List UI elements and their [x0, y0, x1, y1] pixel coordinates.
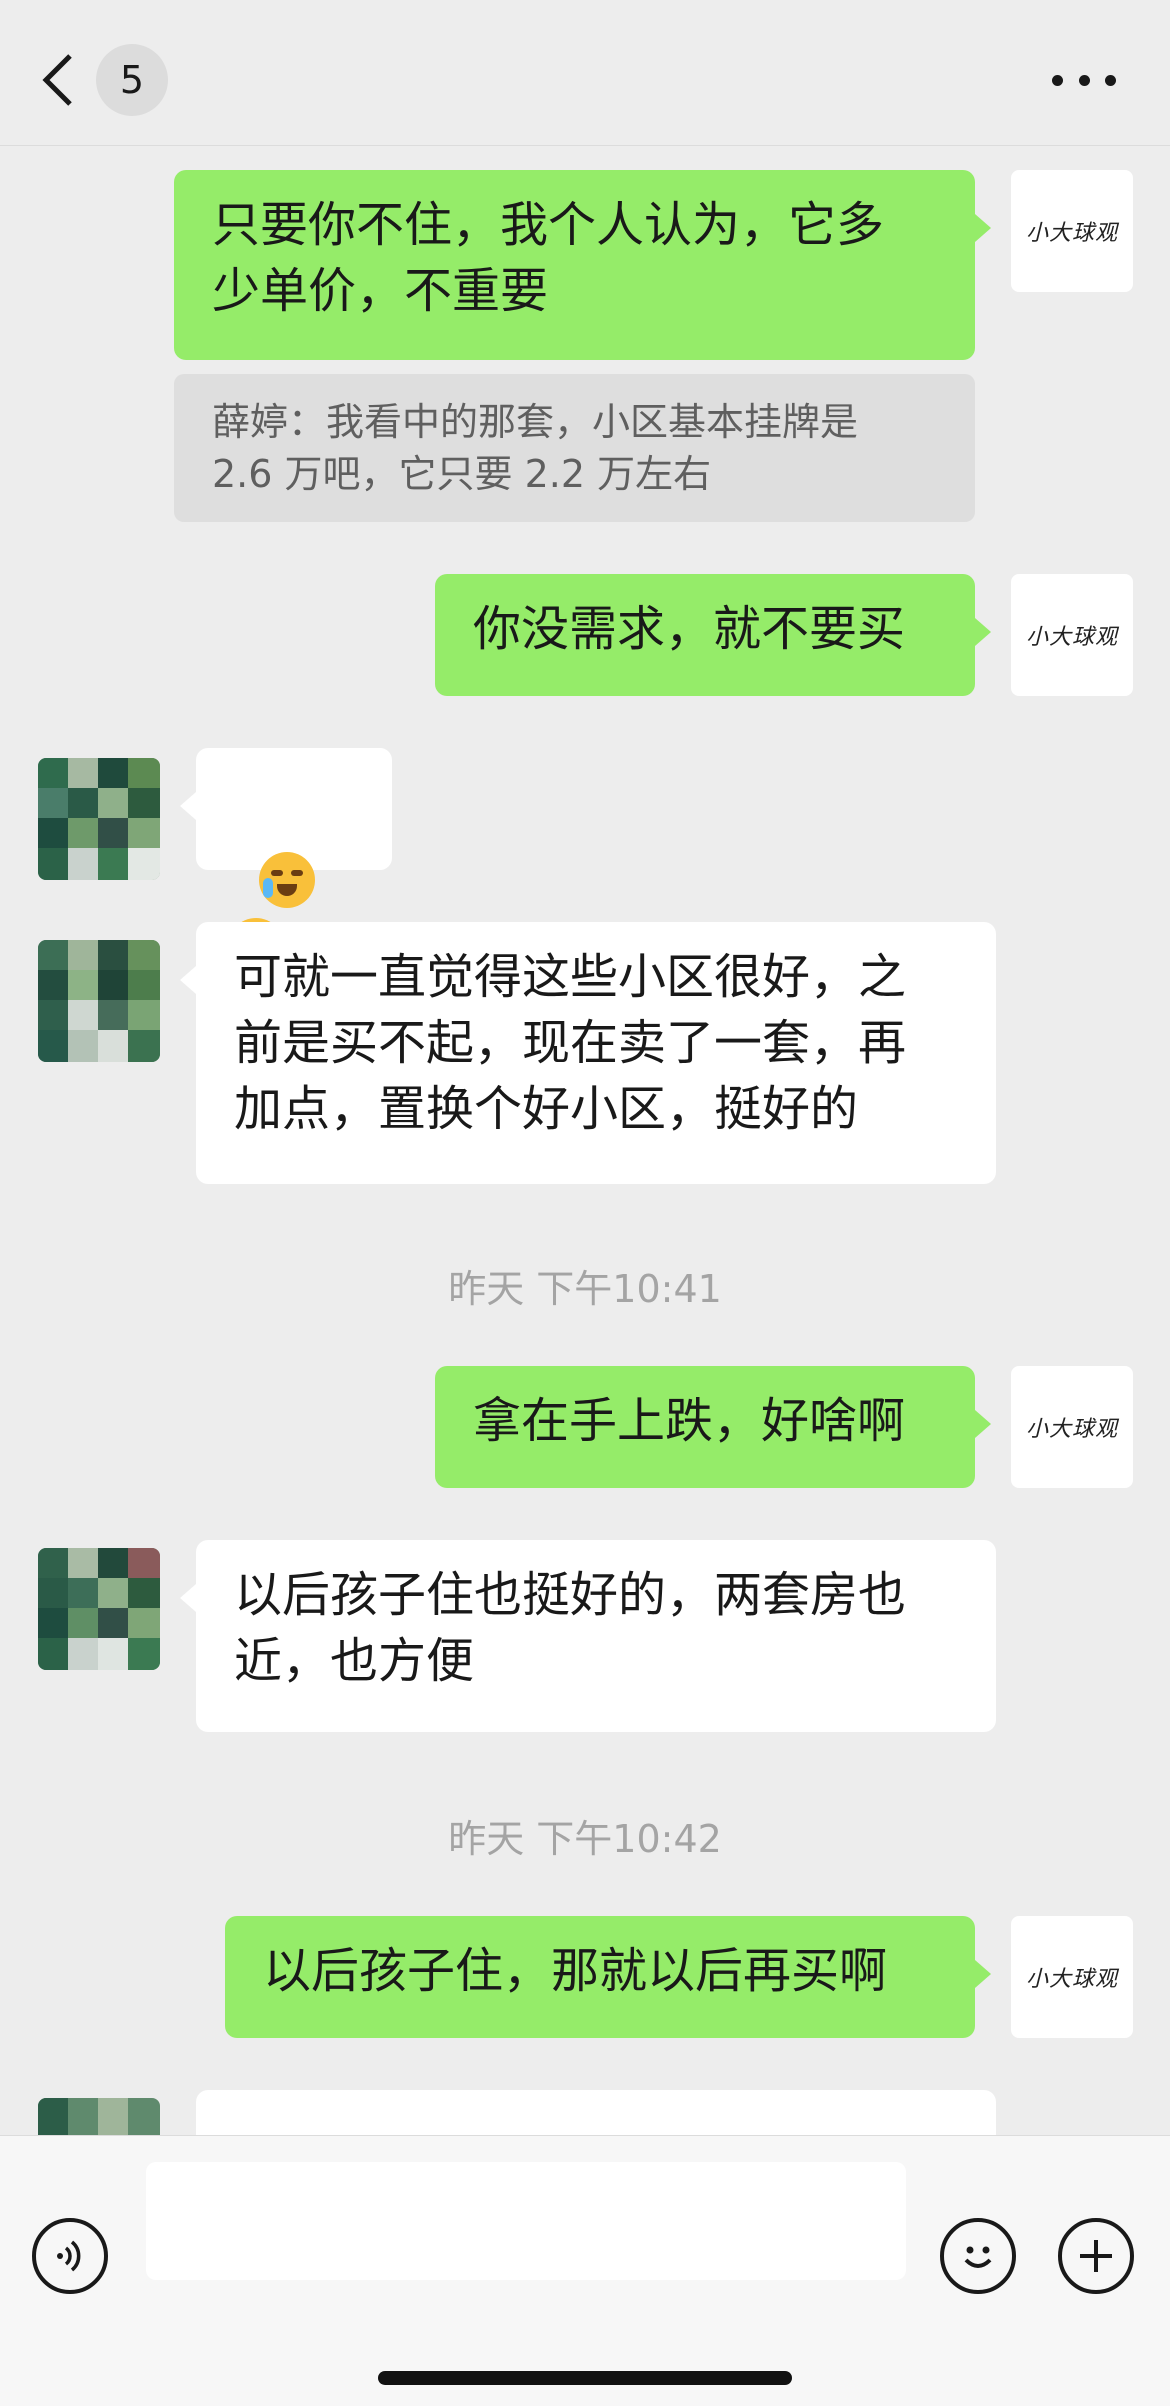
message-timestamp: 昨天 下午10:42: [448, 1817, 722, 1861]
message-bubble-sent[interactable]: 只要你不住，我个人认为，它多 少单价，不重要: [174, 170, 991, 360]
message-bubble-sent[interactable]: 拿在手上跌，好啥啊: [435, 1366, 991, 1488]
contact-avatar[interactable]: [38, 940, 160, 1062]
smiley-face-icon: [964, 2246, 992, 2268]
contact-avatar[interactable]: [38, 1548, 160, 1670]
plus-icon: [1080, 2240, 1112, 2272]
message-bubble-sent[interactable]: 你没需求，就不要买: [435, 574, 991, 696]
voice-input-button[interactable]: [32, 2218, 108, 2294]
chat-title: [540, 60, 640, 120]
chat-input-bar: [0, 2135, 1170, 2406]
quoted-message[interactable]: 薛婷：我看中的那套，小区基本挂牌是 2.6 万吧，它只要 2.2 万左右: [174, 374, 975, 522]
more-functions-button[interactable]: [1058, 2218, 1134, 2294]
face-palm-crying-emoji-icon: [258, 852, 315, 908]
more-options-button[interactable]: [1052, 62, 1116, 98]
voice-wave-icon: [57, 2240, 81, 2272]
contact-avatar[interactable]: [38, 758, 160, 880]
my-avatar[interactable]: 小大球观: [1011, 1366, 1133, 1488]
dot-icon: [1052, 74, 1063, 86]
pixelated-avatar-image: [38, 1548, 160, 1670]
chevron-left-icon: [42, 54, 72, 106]
pixelated-avatar-image: [38, 758, 160, 880]
message-bubble-received-partial[interactable]: [196, 2090, 996, 2135]
message-bubble-received[interactable]: 以后孩子住也挺好的，两套房也 近，也方便: [180, 1540, 996, 1732]
dot-icon: [1105, 74, 1116, 86]
message-bubble-received-emoji[interactable]: [180, 748, 392, 974]
message-bubble-sent[interactable]: 以后孩子住，那就以后再买啊: [225, 1916, 991, 2038]
my-avatar[interactable]: 小大球观: [1011, 170, 1133, 292]
pixelated-avatar-image: [38, 940, 160, 1062]
dot-icon: [1078, 74, 1090, 86]
my-avatar[interactable]: 小大球观: [1011, 1916, 1133, 2038]
emoji-button[interactable]: [940, 2218, 1016, 2294]
message-timestamp: 昨天 下午10:41: [448, 1267, 722, 1311]
contact-avatar[interactable]: [38, 2098, 160, 2135]
my-avatar[interactable]: 小大球观: [1011, 574, 1133, 696]
message-text-input[interactable]: [146, 2162, 906, 2280]
home-indicator[interactable]: [378, 2371, 792, 2385]
chat-header: 5: [0, 0, 1170, 146]
back-button[interactable]: 5: [36, 44, 176, 116]
unread-count-badge: 5: [96, 44, 168, 116]
pixelated-avatar-image: [38, 2098, 160, 2135]
message-bubble-received[interactable]: 可就一直觉得这些小区很好，之 前是买不起，现在卖了一套，再 加点，置换个好小区，…: [180, 922, 996, 1184]
